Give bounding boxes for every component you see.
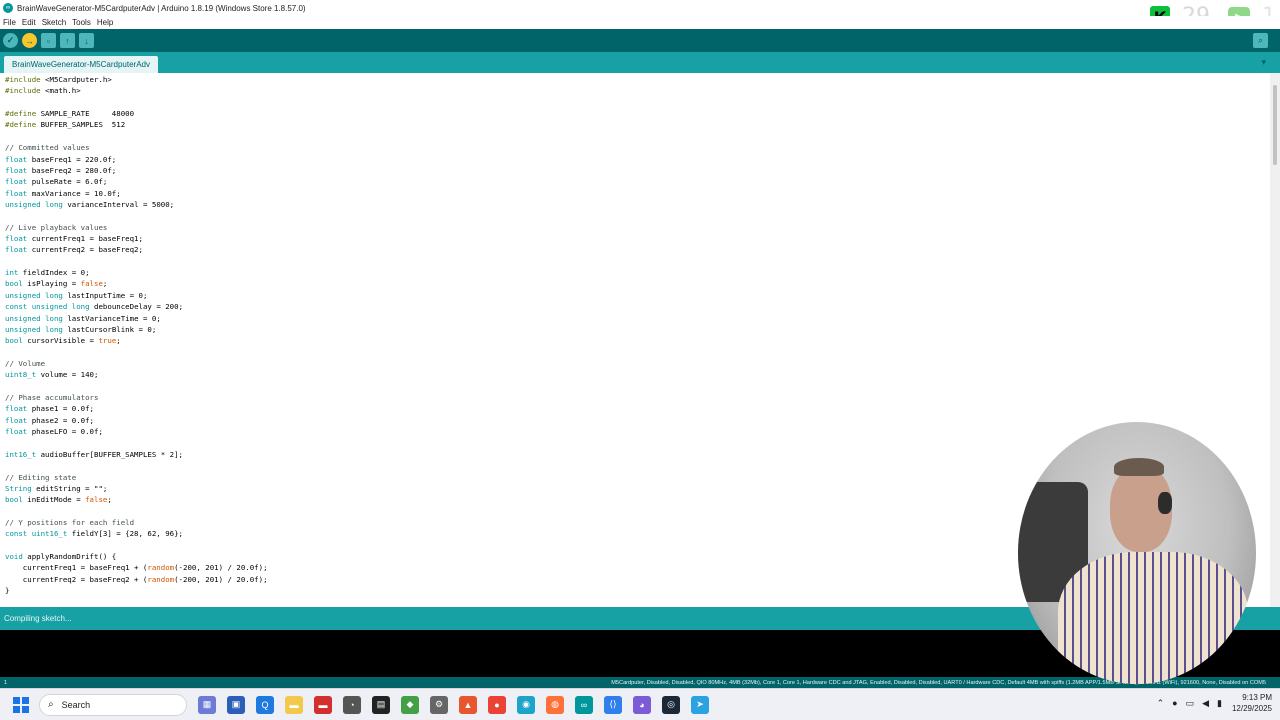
toolbar: ✓ → ▫ ↑ ↓ ⌕ — [0, 29, 1280, 52]
battery-icon[interactable]: ▮ — [1217, 698, 1222, 709]
code-line: float currentFreq2 = baseFreq2; — [5, 245, 143, 255]
open-button[interactable]: ↑ — [60, 33, 75, 48]
code-line: const unsigned long debounceDelay = 200; — [5, 302, 184, 312]
menu-help[interactable]: Help — [97, 18, 113, 27]
search-icon: ⌕ — [48, 699, 54, 710]
code-line: bool isPlaying = false; — [5, 279, 108, 289]
telegram-icon[interactable]: ➤ — [691, 695, 709, 714]
tab-menu-button[interactable]: ▾ — [1261, 57, 1266, 68]
webcam-overlay — [1018, 422, 1256, 684]
code-line: float baseFreq2 = 280.0f; — [5, 165, 117, 175]
code-line: float phase1 = 0.0f; — [5, 404, 94, 414]
app-icon-green[interactable]: ◆ — [401, 695, 419, 714]
windows-start-icon[interactable] — [13, 696, 29, 713]
code-line: int fieldIndex = 0; — [5, 268, 90, 278]
webcam-person-hair — [1114, 458, 1164, 476]
clock-date: 12/29/2025 — [1231, 704, 1272, 713]
magnifier-icon: ⌕ — [1257, 35, 1264, 45]
tab-strip: BrainWaveGenerator-M5CardputerAdv ▾ — [0, 52, 1280, 73]
app-icon-q[interactable]: Q — [256, 695, 274, 714]
code-line: #define BUFFER_SAMPLES 512 — [5, 120, 126, 130]
code-line: #include <math.h> — [5, 86, 81, 96]
system-tray: ⌃ ● ▭ ◀ ▮ 9:13 PM 12/29/2025 — [1149, 692, 1272, 714]
code-line: unsigned long varianceInterval = 5000; — [5, 199, 175, 209]
app-icon-arc[interactable]: ◔ — [343, 695, 361, 714]
edge-icon[interactable]: ◉ — [517, 695, 535, 714]
check-icon: ✓ — [6, 35, 15, 45]
code-line: unsigned long lastInputTime = 0; — [5, 290, 148, 300]
search-label: Search — [61, 699, 91, 710]
taskbar-search[interactable]: ⌕ Search — [39, 693, 187, 716]
volume-icon[interactable]: ◀ — [1202, 698, 1209, 709]
code-line: #define SAMPLE_RATE 48000 — [5, 109, 135, 119]
microphone-icon[interactable]: ● — [1172, 698, 1177, 708]
menu-tools[interactable]: Tools — [72, 18, 91, 27]
app-icon-dark[interactable]: ▤ — [372, 695, 390, 714]
firefox-icon[interactable]: ◍ — [546, 695, 564, 714]
file-explorer-icon[interactable]: ▬ — [285, 695, 303, 714]
status-message: Compiling sketch... — [4, 614, 72, 623]
arrow-right-icon: → — [25, 35, 34, 46]
webcam-person-shirt — [1058, 552, 1248, 684]
menu-sketch[interactable]: Sketch — [42, 18, 66, 27]
code-line: float currentFreq1 = baseFreq1; — [5, 234, 143, 244]
tab-sketch[interactable]: BrainWaveGenerator-M5CardputerAdv — [4, 56, 158, 73]
widgets-icon[interactable]: ▣ — [227, 695, 245, 714]
code-line: float pulseRate = 6.0f; — [5, 177, 108, 187]
code-line: float baseFreq1 = 220.0f; — [5, 154, 117, 164]
menu-bar: File Edit Sketch Tools Help — [0, 16, 1280, 29]
code-line: uint8_t volume = 140; — [5, 370, 99, 380]
code-line: float phase2 = 0.0f; — [5, 415, 94, 425]
save-button[interactable]: ↓ — [79, 33, 94, 48]
code-line: unsigned long lastVarianceTime = 0; — [5, 313, 161, 323]
scrollbar-thumb[interactable] — [1273, 85, 1277, 165]
folder-open-icon: ↑ — [65, 35, 70, 46]
arduino-icon: ∞ — [3, 3, 13, 13]
clock-time: 9:13 PM — [1242, 693, 1272, 702]
menu-file[interactable]: File — [3, 18, 16, 27]
new-sketch-button[interactable]: ▫ — [41, 33, 56, 48]
code-line: // Committed values — [5, 143, 90, 153]
chrome-icon[interactable]: ● — [488, 695, 506, 714]
verify-button[interactable]: ✓ — [3, 33, 18, 48]
clock[interactable]: 9:13 PM 12/29/2025 — [1232, 692, 1272, 714]
upload-button[interactable]: → — [22, 33, 37, 48]
save-icon: ↓ — [84, 35, 89, 46]
network-icon[interactable]: ▭ — [1186, 698, 1195, 709]
menu-edit[interactable]: Edit — [22, 18, 36, 27]
arduino-taskbar-icon[interactable]: ∞ — [575, 695, 593, 714]
code-line: bool cursorVisible = true; — [5, 336, 121, 346]
code-line: float phaseLFO = 0.0f; — [5, 427, 103, 437]
serial-monitor-button[interactable]: ⌕ — [1253, 33, 1268, 48]
discord-icon[interactable]: ◕ — [633, 695, 651, 714]
headset-icon — [1158, 492, 1172, 514]
code-line: unsigned long lastCursorBlink = 0; — [5, 324, 157, 334]
steam-icon[interactable]: ◎ — [662, 695, 680, 714]
code-line: // Volume — [5, 358, 46, 368]
brave-icon[interactable]: ▲ — [459, 695, 477, 714]
chevron-up-icon[interactable]: ⌃ — [1157, 698, 1165, 709]
editor-scrollbar[interactable] — [1270, 73, 1280, 607]
chevron-down-icon: ▾ — [1261, 57, 1266, 67]
line-number: 1 — [4, 679, 8, 686]
taskbar: ⌕ Search ▦ ▣ Q ▬ ▬ ◔ ▤ ◆ ⚙ ▲ ● ◉ ◍ ∞ ⟨⟩ … — [0, 688, 1280, 720]
title-bar: ∞ BrainWaveGenerator-M5CardputerAdv | Ar… — [0, 0, 1280, 16]
code-line: #include <M5Cardputer.h> — [5, 75, 112, 84]
settings-icon[interactable]: ⚙ — [430, 695, 448, 714]
code-line: float maxVariance = 10.0f; — [5, 188, 121, 198]
vscode-icon[interactable]: ⟨⟩ — [604, 695, 622, 714]
app-icon-red[interactable]: ▬ — [314, 695, 332, 714]
code-line: // Phase accumulators — [5, 393, 99, 403]
task-view-icon[interactable]: ▦ — [198, 695, 216, 714]
code-line: // Live playback values — [5, 222, 108, 232]
window-title: BrainWaveGenerator-M5CardputerAdv | Ardu… — [17, 3, 306, 13]
file-new-icon: ▫ — [46, 35, 51, 46]
